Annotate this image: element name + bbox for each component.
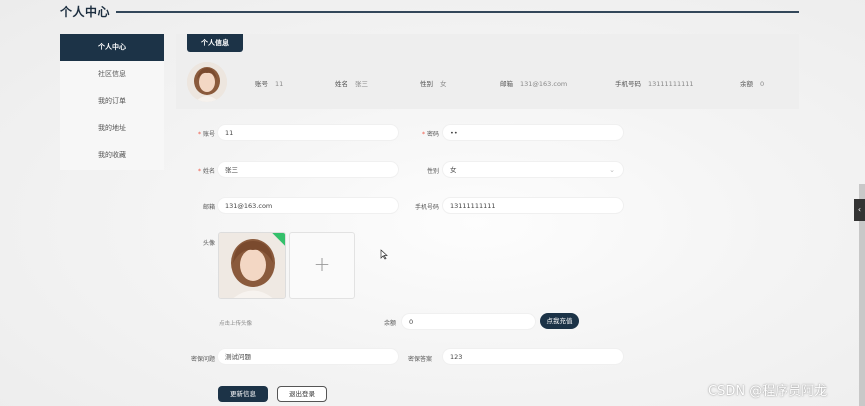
account-label: * 账号 — [197, 131, 215, 138]
page-title: 个人中心 — [60, 5, 111, 19]
sidebar-item-favorites[interactable]: 我的收藏 — [60, 142, 164, 169]
watermark: CSDN @程序员阿龙 — [708, 384, 828, 399]
balance-label: 余额 — [383, 320, 396, 327]
account-label-text: 账号 — [202, 131, 215, 138]
info-account-label: 账号 — [255, 80, 268, 88]
password-label-text: 密码 — [426, 131, 439, 138]
info-balance-label: 余额 — [740, 80, 753, 88]
sidebar: 个人中心 社区信息 我的订单 我的地址 我的收藏 — [60, 34, 164, 170]
name-label-text: 姓名 — [202, 168, 215, 175]
tab-profile-info[interactable]: 个人信息 — [187, 34, 243, 52]
logout-button[interactable]: 退出登录 — [277, 386, 327, 402]
password-input[interactable]: •• — [442, 124, 624, 141]
gender-select[interactable]: 女 ⌄ — [442, 161, 624, 178]
info-gender-value: 女 — [440, 80, 447, 88]
phone-label: 手机号码 — [414, 204, 439, 211]
sidebar-item-address[interactable]: 我的地址 — [60, 115, 164, 142]
info-email-value: 131@163.com — [520, 80, 568, 88]
uploaded-avatar[interactable] — [218, 232, 286, 299]
profile-info-card — [176, 34, 799, 109]
name-label: * 姓名 — [197, 168, 215, 175]
info-balance: 余额 0 — [740, 78, 764, 88]
add-avatar-button[interactable]: + — [289, 232, 355, 299]
security-answer-input[interactable]: 123 — [442, 348, 624, 365]
gender-label: 性别 — [426, 168, 439, 175]
name-input[interactable]: 张三 — [217, 161, 399, 178]
sidebar-item-profile[interactable]: 个人中心 — [60, 34, 164, 61]
info-phone-value: 13111111111 — [648, 80, 694, 88]
sidebar-item-community[interactable]: 社区信息 — [60, 61, 164, 88]
password-label: * 密码 — [421, 131, 439, 138]
phone-input[interactable]: 13111111111 — [442, 197, 624, 214]
info-gender: 性别女 — [420, 78, 447, 88]
info-balance-value: 0 — [760, 80, 765, 88]
info-email-label: 邮箱 — [500, 80, 513, 88]
avatar — [187, 62, 227, 102]
info-name: 姓名 张三 — [335, 78, 368, 88]
email-label: 邮箱 — [202, 204, 215, 211]
security-answer-label: 密保答案 — [407, 356, 432, 363]
info-phone-label: 手机号码 — [615, 80, 641, 88]
email-input[interactable]: 131@163.com — [217, 197, 399, 214]
sidebar-item-orders[interactable]: 我的订单 — [60, 88, 164, 115]
info-email: 邮箱 131@163.com — [500, 78, 567, 88]
account-input[interactable]: 11 — [217, 124, 399, 141]
mouse-cursor-icon — [380, 245, 388, 264]
info-account: 账号 11 — [255, 78, 283, 88]
update-info-button[interactable]: 更新信息 — [218, 386, 268, 402]
security-question-label: 密保问题 — [190, 356, 215, 363]
upload-hint: 点击上传头像 — [219, 321, 253, 327]
info-name-value: 张三 — [355, 80, 368, 88]
info-phone: 手机号码 13111111111 — [615, 78, 694, 88]
avatar-label: 头像 — [202, 240, 215, 247]
chevron-down-icon: ⌄ — [609, 166, 615, 174]
recharge-button[interactable]: 点我充值 — [540, 313, 579, 329]
gender-select-value: 女 — [450, 166, 457, 174]
info-account-value: 11 — [275, 80, 284, 88]
header-divider — [116, 11, 799, 13]
collapse-panel-button[interactable]: ‹ — [854, 199, 865, 221]
balance-input[interactable]: 0 — [401, 313, 536, 330]
info-name-label: 姓名 — [335, 80, 348, 88]
security-question-input[interactable]: 测试问题 — [217, 348, 399, 365]
info-gender-label: 性别 — [420, 80, 433, 88]
